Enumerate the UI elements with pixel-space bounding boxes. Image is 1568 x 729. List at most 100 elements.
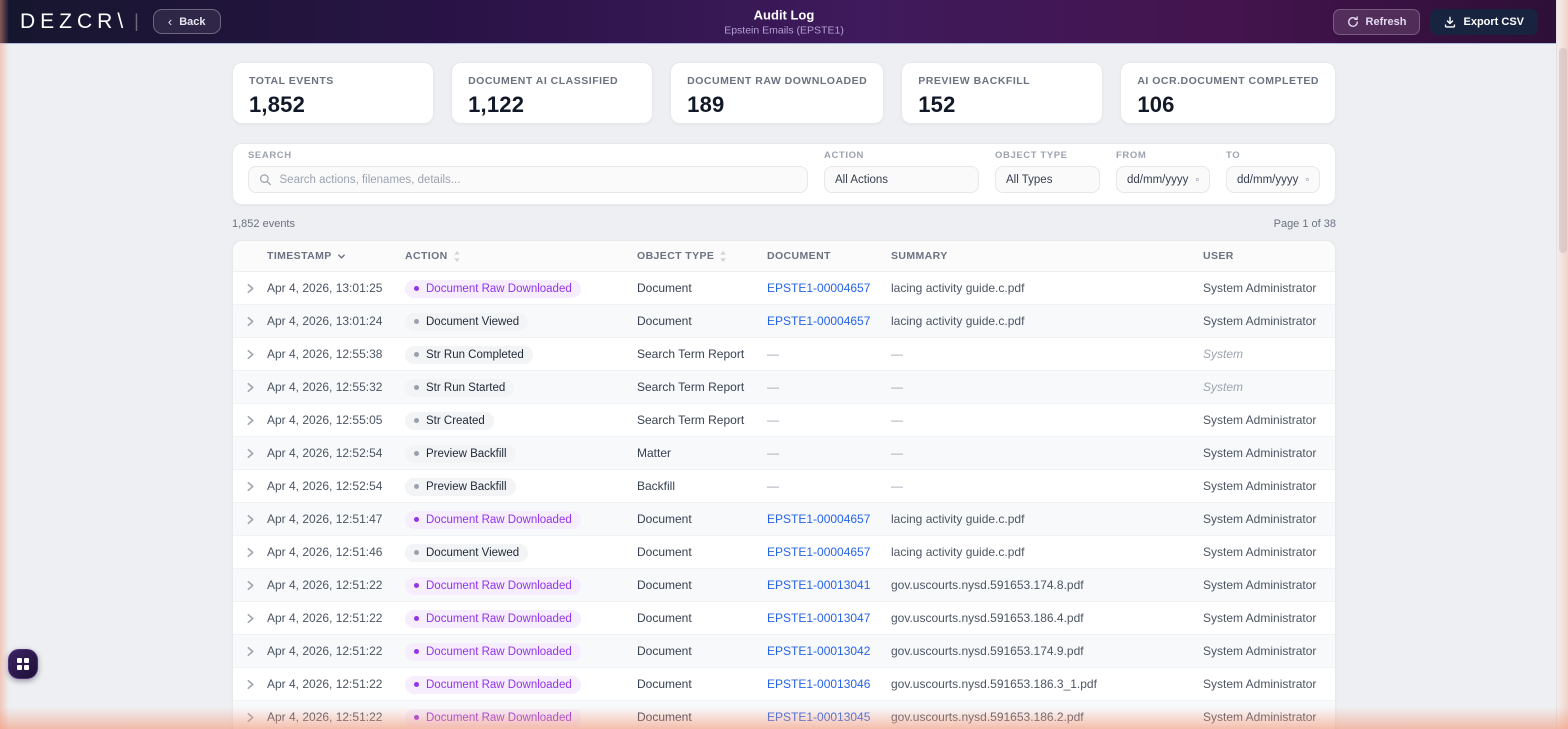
row-expand-button[interactable] xyxy=(233,415,267,426)
row-document-link[interactable]: EPSTE1-00013046 xyxy=(767,677,891,691)
row-expand-button[interactable] xyxy=(233,580,267,591)
refresh-button[interactable]: Refresh xyxy=(1332,8,1421,35)
action-status-dot xyxy=(414,517,419,523)
row-expand-button[interactable] xyxy=(233,547,267,558)
refresh-icon xyxy=(1347,15,1358,27)
row-expand-button[interactable] xyxy=(233,514,267,525)
row-document-link[interactable]: EPSTE1-00013045 xyxy=(767,710,891,724)
action-badge: Preview Backfill xyxy=(405,477,516,496)
row-action-cell: Str Run Completed xyxy=(405,344,637,364)
vertical-scrollbar-track[interactable] xyxy=(1556,0,1568,729)
action-badge: Document Viewed xyxy=(405,543,529,562)
row-document-link: — xyxy=(767,479,779,493)
page-indicator: Page 1 of 38 xyxy=(1273,218,1336,230)
column-header-document[interactable]: DOCUMENT xyxy=(767,250,891,262)
row-action-cell: Preview Backfill xyxy=(405,443,637,463)
page-title: Audit Log xyxy=(753,7,815,22)
object-type-filter-select[interactable]: All Types xyxy=(995,166,1100,193)
to-date-group: TO dd/mm/yyyy xyxy=(1226,150,1320,193)
chevron-right-icon xyxy=(247,448,253,458)
table-row: Apr 4, 2026, 12:51:22 Document Raw Downl… xyxy=(233,569,1335,602)
to-date-input[interactable]: dd/mm/yyyy xyxy=(1226,166,1320,193)
action-status-dot xyxy=(414,286,419,292)
row-user: System Administrator xyxy=(1203,413,1317,427)
row-document-link[interactable]: EPSTE1-00004657 xyxy=(767,512,891,526)
row-summary: gov.uscourts.nysd.591653.174.8.pdf xyxy=(891,578,1084,592)
stat-card: DOCUMENT AI CLASSIFIED 1,122 xyxy=(451,62,654,124)
chevron-right-icon xyxy=(247,316,253,326)
row-summary: — xyxy=(891,380,903,394)
action-badge-label: Document Raw Downloaded xyxy=(426,579,572,592)
column-header-label: SUMMARY xyxy=(891,250,948,262)
action-badge-label: Document Raw Downloaded xyxy=(426,645,572,658)
to-date-label: TO xyxy=(1226,150,1241,161)
action-status-dot xyxy=(414,715,419,721)
chevron-left-icon: ‹ xyxy=(167,14,173,29)
action-badge-label: Str Run Started xyxy=(426,381,506,394)
action-badge-label: Preview Backfill xyxy=(426,480,507,493)
action-status-dot xyxy=(414,319,419,325)
row-summary: — xyxy=(891,479,903,493)
stat-card-label: PREVIEW BACKFILL xyxy=(918,75,1031,87)
table-row: Apr 4, 2026, 12:51:46 Document Viewed Do… xyxy=(233,536,1335,569)
app-launcher-button[interactable] xyxy=(8,649,38,679)
row-document-link[interactable]: EPSTE1-00004657 xyxy=(767,281,891,295)
row-summary: gov.uscourts.nysd.591653.186.4.pdf xyxy=(891,611,1084,625)
row-action-cell: Document Raw Downloaded xyxy=(405,575,637,595)
table-body: Apr 4, 2026, 13:01:25 Document Raw Downl… xyxy=(233,272,1335,729)
back-button[interactable]: ‹ Back xyxy=(152,9,221,34)
app-logo: DEZCR\ xyxy=(20,9,129,33)
chevron-right-icon xyxy=(247,679,253,689)
column-header-label: USER xyxy=(1203,250,1234,262)
row-object-type: Document xyxy=(637,710,692,724)
to-date-value: dd/mm/yyyy xyxy=(1237,173,1299,186)
events-count: 1,852 events xyxy=(232,218,295,230)
column-header-summary[interactable]: SUMMARY xyxy=(891,250,1203,262)
row-timestamp: Apr 4, 2026, 12:51:22 xyxy=(267,644,383,658)
table-header-row: TIMESTAMP ACTION OBJECT TYPE DOCUMENT SUMMAR… xyxy=(233,241,1335,272)
from-date-input[interactable]: dd/mm/yyyy xyxy=(1116,166,1210,193)
row-action-cell: Document Raw Downloaded xyxy=(405,608,637,628)
action-filter-label: ACTION xyxy=(824,150,865,161)
table-row: Apr 4, 2026, 12:51:22 Document Raw Downl… xyxy=(233,635,1335,668)
row-summary: gov.uscourts.nysd.591653.186.3_1.pdf xyxy=(891,677,1097,691)
action-status-dot xyxy=(414,385,419,391)
action-badge: Document Raw Downloaded xyxy=(405,279,581,298)
row-expand-button[interactable] xyxy=(233,679,267,690)
column-header-user[interactable]: USER xyxy=(1203,250,1335,262)
row-document-link[interactable]: EPSTE1-00013041 xyxy=(767,578,891,592)
row-summary: lacing activity guide.c.pdf xyxy=(891,512,1025,526)
row-document-link[interactable]: EPSTE1-00013042 xyxy=(767,644,891,658)
row-expand-button[interactable] xyxy=(233,349,267,360)
row-document-link[interactable]: EPSTE1-00013047 xyxy=(767,611,891,625)
table-row: Apr 4, 2026, 12:51:47 Document Raw Downl… xyxy=(233,503,1335,536)
column-header-action[interactable]: ACTION xyxy=(405,250,637,262)
action-badge-label: Str Created xyxy=(426,414,485,427)
export-csv-button[interactable]: Export CSV xyxy=(1430,8,1538,35)
header-title-block: Audit Log Epstein Emails (EPSTE1) xyxy=(724,7,844,36)
row-document-link[interactable]: EPSTE1-00004657 xyxy=(767,314,891,328)
row-expand-button[interactable] xyxy=(233,382,267,393)
stat-card-value: 106 xyxy=(1137,92,1175,117)
row-action-cell: Document Raw Downloaded xyxy=(405,509,637,529)
column-header-timestamp[interactable]: TIMESTAMP xyxy=(267,250,405,262)
row-expand-button[interactable] xyxy=(233,613,267,624)
row-expand-button[interactable] xyxy=(233,448,267,459)
search-field-group: SEARCH xyxy=(248,150,808,193)
search-label: SEARCH xyxy=(248,150,292,161)
vertical-scrollbar-thumb[interactable] xyxy=(1559,48,1567,253)
row-expand-button[interactable] xyxy=(233,316,267,327)
row-expand-button[interactable] xyxy=(233,646,267,657)
row-expand-button[interactable] xyxy=(233,283,267,294)
search-input[interactable] xyxy=(279,173,797,186)
row-document-link[interactable]: EPSTE1-00004657 xyxy=(767,545,891,559)
row-document-link: — xyxy=(767,446,779,460)
action-filter-select[interactable]: All Actions xyxy=(824,166,979,193)
row-action-cell: Document Raw Downloaded xyxy=(405,278,637,298)
row-summary: — xyxy=(891,446,903,460)
row-expand-button[interactable] xyxy=(233,712,267,723)
search-box xyxy=(248,166,808,193)
action-badge: Document Viewed xyxy=(405,312,529,331)
column-header-object-type[interactable]: OBJECT TYPE xyxy=(637,250,767,262)
row-expand-button[interactable] xyxy=(233,481,267,492)
